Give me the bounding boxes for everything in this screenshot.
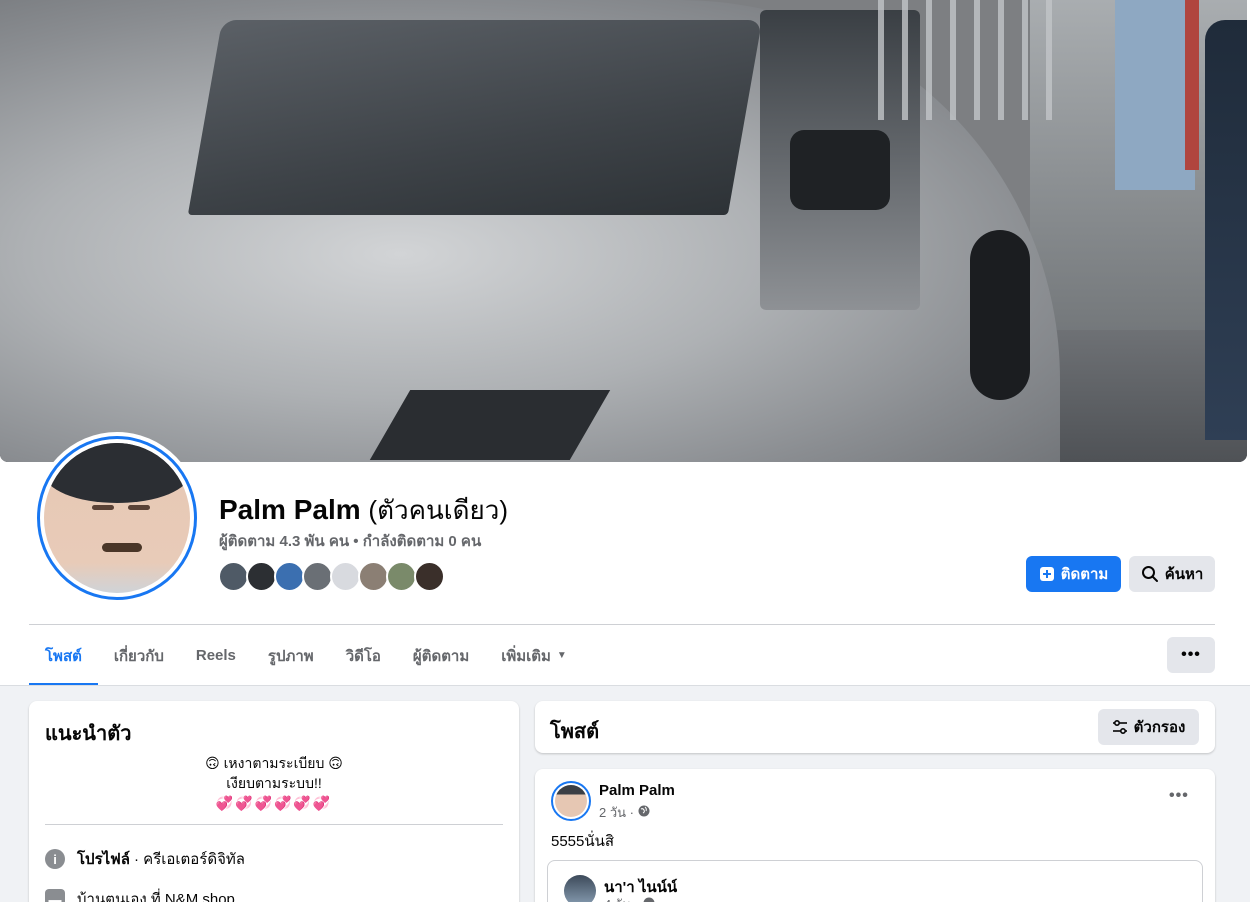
filter-icon bbox=[1112, 719, 1128, 735]
bio-line-3: 💞💞💞💞💞💞 bbox=[215, 795, 333, 811]
shared-post[interactable]: นา'า ไนน์น์ 4 วัน · bbox=[547, 860, 1203, 902]
search-button[interactable]: ค้นหา bbox=[1129, 556, 1215, 592]
bio-line-1: 🙃 เหงาตามระเบียบ 🙃 bbox=[205, 755, 343, 771]
info-icon: i bbox=[45, 849, 65, 869]
posts-header-card: โพสต์ ตัวกรอง bbox=[535, 701, 1215, 753]
intro-title: แนะนำตัว bbox=[45, 723, 132, 745]
follow-button[interactable]: ติดตาม bbox=[1026, 556, 1121, 592]
briefcase-icon: ▬ bbox=[45, 889, 65, 902]
follow-plus-icon bbox=[1039, 566, 1055, 582]
bio-divider bbox=[45, 824, 503, 825]
follower-avatar[interactable] bbox=[330, 561, 361, 592]
post-text: 5555นั่นสิ bbox=[551, 833, 615, 850]
post-card: Palm Palm 2 วัน · ••• 5555นั่นสิ นา'า ไน… bbox=[535, 769, 1215, 902]
tab-photos[interactable]: รูปภาพ bbox=[252, 625, 330, 686]
work-value[interactable]: บ้านตนเอง ที่ N&M shop bbox=[77, 887, 235, 902]
intro-profile-row: i โปรไฟล์ · ครีเอเตอร์ดิจิทัล bbox=[45, 847, 245, 871]
follower-avatars bbox=[218, 561, 445, 592]
bio-line-2: เงียบตามระบบ!! bbox=[226, 775, 322, 791]
post-time[interactable]: 2 วัน · bbox=[599, 802, 634, 823]
post-meta: 2 วัน · bbox=[599, 802, 650, 823]
profile-name: Palm Palm (ตัวคนเดียว) bbox=[219, 490, 508, 531]
intro-card: แนะนำตัว 🙃 เหงาตามระเบียบ 🙃 เงียบตามระบบ… bbox=[29, 701, 519, 902]
chevron-down-icon: ▼ bbox=[556, 650, 567, 661]
tab-followers[interactable]: ผู้ติดตาม bbox=[397, 625, 485, 686]
shared-time[interactable]: 4 วัน · bbox=[604, 894, 639, 902]
intro-work-row: ▬ บ้านตนเอง ที่ N&M shop bbox=[45, 887, 235, 902]
profile-tabs: โพสต์ เกี่ยวกับ Reels รูปภาพ วิดีโอ ผู้ต… bbox=[29, 625, 583, 686]
profile-nickname: (ตัวคนเดียว) bbox=[368, 495, 508, 525]
cover-photo[interactable] bbox=[0, 0, 1247, 462]
follower-avatar[interactable] bbox=[386, 561, 417, 592]
tab-videos[interactable]: วิดีโอ bbox=[330, 625, 397, 686]
follower-avatar[interactable] bbox=[414, 561, 445, 592]
search-label: ค้นหา bbox=[1164, 566, 1204, 583]
profile-picture[interactable] bbox=[33, 432, 201, 604]
follower-avatar[interactable] bbox=[274, 561, 305, 592]
header-bottom-border bbox=[0, 685, 1250, 686]
follower-stats[interactable]: ผู้ติดตาม 4.3 พัน คน • กำลังติดตาม 0 คน bbox=[219, 529, 481, 553]
tab-reels[interactable]: Reels bbox=[180, 625, 252, 686]
profile-name-text: Palm Palm bbox=[219, 494, 361, 525]
globe-icon bbox=[638, 805, 650, 820]
follower-avatar[interactable] bbox=[246, 561, 277, 592]
shared-author-avatar[interactable] bbox=[564, 875, 596, 902]
tab-about[interactable]: เกี่ยวกับ bbox=[98, 625, 180, 686]
post-options-icon[interactable]: ••• bbox=[1169, 787, 1189, 805]
profile-type-value: · ครีเอเตอร์ดิจิทัล bbox=[134, 851, 245, 868]
post-author-name[interactable]: Palm Palm bbox=[599, 782, 675, 799]
follower-avatar[interactable] bbox=[302, 561, 333, 592]
follower-avatar[interactable] bbox=[358, 561, 389, 592]
post-author-avatar[interactable] bbox=[551, 781, 591, 821]
filter-button[interactable]: ตัวกรอง bbox=[1098, 709, 1199, 745]
follower-avatar[interactable] bbox=[218, 561, 249, 592]
more-dots-icon: ••• bbox=[1181, 646, 1201, 663]
bio: 🙃 เหงาตามระเบียบ 🙃 เงียบตามระบบ!! 💞💞💞💞💞💞 bbox=[45, 753, 503, 813]
globe-icon bbox=[643, 897, 655, 902]
tab-posts[interactable]: โพสต์ bbox=[29, 625, 98, 686]
tab-more[interactable]: เพิ่มเติม ▼ bbox=[485, 625, 583, 686]
follow-label: ติดตาม bbox=[1060, 566, 1109, 583]
posts-title: โพสต์ bbox=[550, 721, 600, 743]
more-options-button[interactable]: ••• bbox=[1167, 637, 1215, 673]
profile-type-label: โปรไฟล์ bbox=[77, 851, 130, 868]
filter-label: ตัวกรอง bbox=[1133, 719, 1186, 736]
search-icon bbox=[1141, 565, 1159, 583]
shared-meta: 4 วัน · bbox=[604, 894, 655, 902]
